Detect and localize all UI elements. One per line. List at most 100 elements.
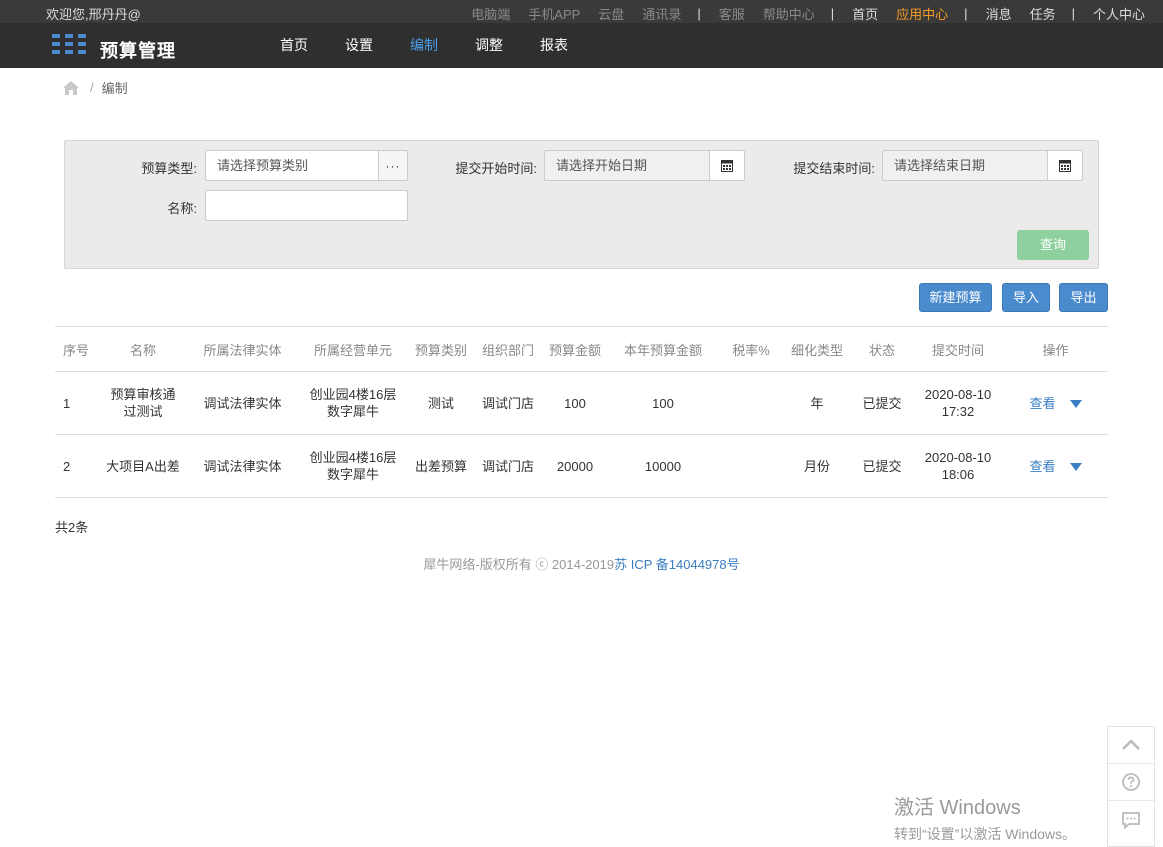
calendar-icon [721, 160, 733, 172]
table-header-row: 序号 名称 所属法律实体 所属经营单元 预算类别 组织部门 预算金额 本年预算金… [55, 326, 1108, 372]
end-date-input[interactable]: 请选择结束日期 [882, 150, 1048, 181]
view-link[interactable]: 查看 [1029, 396, 1055, 411]
name-input[interactable] [205, 190, 408, 221]
cell-time: 17:32 [941, 404, 975, 419]
view-link[interactable]: 查看 [1029, 459, 1055, 474]
cell-unit-line: 数字犀牛 [326, 467, 379, 482]
col-header: 所属经营单元 [297, 326, 409, 372]
cell-date: 2020-08-10 [924, 387, 992, 402]
cell-name-line: 预算审核通 [110, 387, 176, 402]
help-button[interactable] [1108, 764, 1154, 801]
new-budget-button[interactable]: 新建预算 [919, 283, 992, 312]
budget-type-field[interactable]: 请选择预算类别 [205, 150, 379, 181]
dropdown-caret-icon[interactable] [1069, 463, 1082, 472]
cell-operations: 查看 [1003, 434, 1108, 498]
cell-unit-line: 创业园4楼16层 [309, 387, 397, 402]
nav-settings[interactable]: 设置 [345, 23, 373, 68]
link-messages[interactable]: 消息 [986, 4, 1012, 23]
nav-home[interactable]: 首页 [280, 23, 308, 68]
start-date-calendar-button[interactable] [709, 150, 745, 181]
cell-amount: 100 [543, 371, 607, 435]
main-nav: 首页 设置 编制 调整 报表 [280, 23, 605, 68]
cell-name: 预算审核通 过测试 [98, 371, 188, 435]
top-strip: 欢迎您,邢丹丹@ 电脑端 手机APP 云盘 通讯录 | 客服 帮助中心 | 首页… [0, 0, 1163, 23]
help-icon [1122, 773, 1140, 791]
grid-logo-icon [52, 34, 86, 54]
icp-link[interactable]: 苏 ICP 备14044978号 [614, 557, 740, 572]
windows-activation-watermark: 激活 Windows 转到“设置”以激活 Windows。 [894, 791, 1076, 844]
calendar-icon [1059, 160, 1071, 172]
link-home[interactable]: 首页 [852, 4, 878, 23]
cell-unit: 创业园4楼16层 数字犀牛 [297, 434, 409, 498]
chat-icon [1122, 811, 1140, 829]
home-icon[interactable] [62, 80, 80, 96]
cell-category: 测试 [409, 371, 473, 435]
cell-entity: 调试法律实体 [188, 434, 297, 498]
col-header: 本年预算金额 [607, 326, 719, 372]
import-button[interactable]: 导入 [1002, 283, 1050, 312]
cell-name-line: 大项目A出差 [106, 458, 180, 474]
top-links: 电脑端 手机APP 云盘 通讯录 | 客服 帮助中心 | 首页 应用中心 | 消… [453, 4, 1145, 23]
dropdown-caret-icon[interactable] [1069, 400, 1082, 409]
col-header: 操作 [1003, 326, 1108, 372]
cell-date: 2020-08-10 [924, 450, 992, 465]
total-count: 共2条 [55, 520, 89, 535]
link-contacts[interactable]: 通讯录 [642, 4, 681, 23]
nav-reports[interactable]: 报表 [540, 23, 568, 68]
query-button[interactable]: 查询 [1017, 230, 1089, 260]
name-label: 名称: [167, 201, 197, 216]
feedback-button[interactable] [1108, 801, 1154, 838]
copyright-text: 犀牛网络-版权所有 ⓒ 2014-2019 [423, 557, 615, 572]
cell-dept: 调试门店 [473, 371, 543, 435]
side-toolbar [1107, 726, 1155, 847]
breadcrumb-separator: / [90, 80, 94, 95]
separator: | [964, 6, 968, 21]
export-button[interactable]: 导出 [1059, 283, 1108, 312]
separator: | [1071, 6, 1075, 21]
nav-adjust[interactable]: 调整 [475, 23, 503, 68]
link-mobile-app[interactable]: 手机APP [528, 4, 580, 23]
budget-type-label: 预算类型: [141, 161, 197, 176]
nav-compile[interactable]: 编制 [410, 23, 438, 68]
filter-panel: 预算类型: 请选择预算类别 ··· 提交开始时间: 请选择开始日期 提交结束时间… [64, 140, 1099, 269]
col-header: 所属法律实体 [188, 326, 297, 372]
cell-no: 2 [55, 434, 98, 498]
link-cloud-disk[interactable]: 云盘 [598, 4, 624, 23]
end-date-calendar-button[interactable] [1047, 150, 1083, 181]
link-desktop[interactable]: 电脑端 [471, 4, 510, 23]
watermark-subtitle: 转到“设置”以激活 Windows。 [894, 826, 1077, 842]
cell-amount: 20000 [543, 434, 607, 498]
cell-no: 1 [55, 371, 98, 435]
breadcrumb: / 编制 [62, 78, 128, 97]
link-app-center[interactable]: 应用中心 [896, 4, 948, 23]
cell-tax [719, 371, 783, 435]
breadcrumb-current: 编制 [101, 81, 128, 96]
table-row: 1 预算审核通 过测试 调试法律实体 创业园4楼16层 数字犀牛 测试 调试门店 1… [55, 371, 1108, 435]
cell-unit-line: 数字犀牛 [326, 404, 379, 419]
cell-status: 已提交 [851, 371, 913, 435]
cell-name-line: 过测试 [123, 404, 163, 419]
cell-unit: 创业园4楼16层 数字犀牛 [297, 371, 409, 435]
col-header: 提交时间 [913, 326, 1003, 372]
back-to-top-button[interactable] [1108, 727, 1154, 764]
link-tasks[interactable]: 任务 [1030, 4, 1056, 23]
budget-type-more-button[interactable]: ··· [378, 150, 408, 181]
cell-name: 大项目A出差 [98, 434, 188, 498]
welcome-text: 欢迎您,邢丹丹@ [46, 7, 141, 22]
col-header: 组织部门 [473, 326, 543, 372]
cell-detail-type: 月份 [783, 434, 851, 498]
cell-year-amount: 100 [607, 371, 719, 435]
col-header: 序号 [55, 326, 98, 372]
link-help-center[interactable]: 帮助中心 [763, 4, 815, 23]
col-header: 预算类别 [409, 326, 473, 372]
link-customer-service[interactable]: 客服 [719, 4, 745, 23]
cell-category: 出差预算 [409, 434, 473, 498]
app-title: 预算管理 [100, 41, 176, 61]
cell-detail-type: 年 [783, 371, 851, 435]
footer: 犀牛网络-版权所有 ⓒ 2014-2019苏 ICP 备14044978号 [0, 554, 1163, 573]
start-date-input[interactable]: 请选择开始日期 [544, 150, 710, 181]
cell-time: 18:06 [941, 467, 975, 482]
link-personal-center[interactable]: 个人中心 [1093, 4, 1145, 23]
watermark-title: 激活 Windows [894, 797, 1021, 819]
cell-year-amount: 10000 [607, 434, 719, 498]
